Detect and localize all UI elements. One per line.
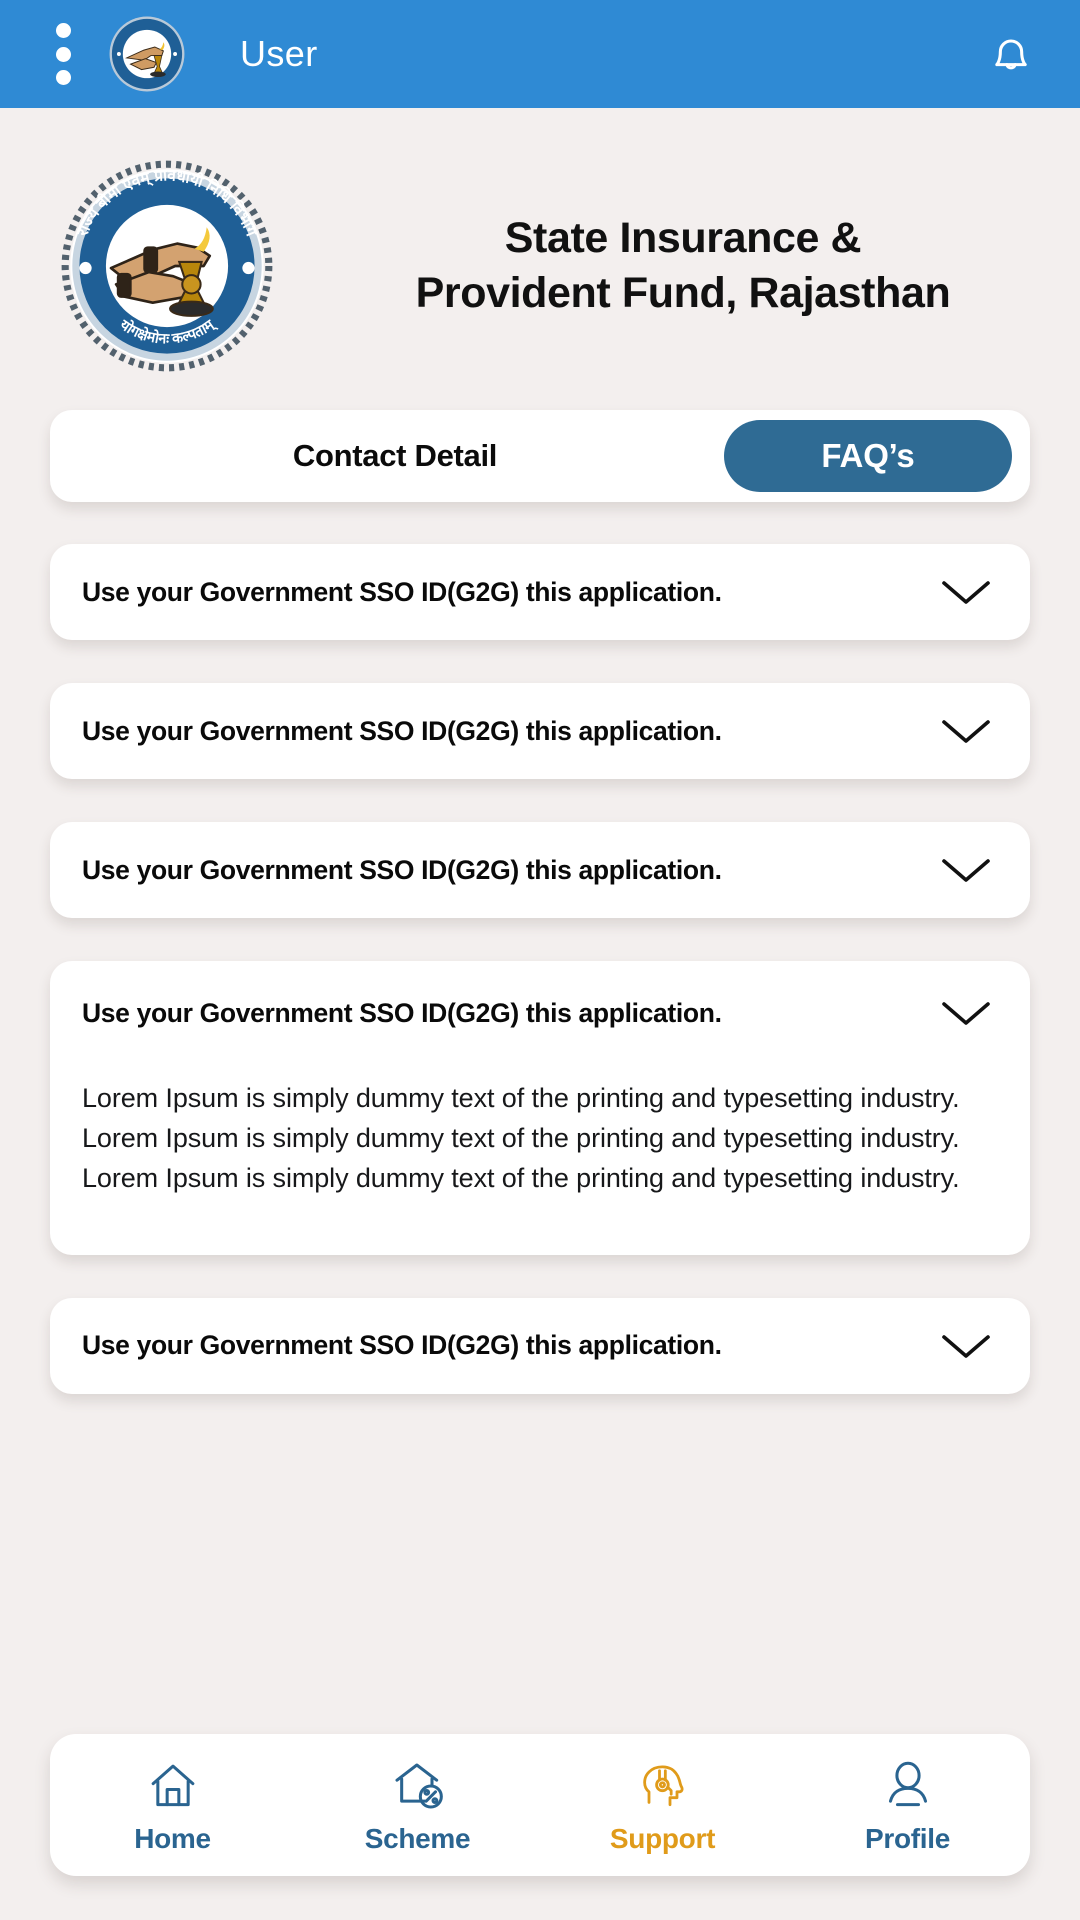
brand-block: राज्य बीमा एवम् प्रावधायी निधि विभाग योग… xyxy=(0,108,1080,388)
app-header: User xyxy=(0,0,1080,108)
main-content: Contact Detail FAQ’s Use your Government… xyxy=(0,410,1080,1394)
nav-item-support[interactable]: Support xyxy=(540,1734,785,1876)
nav-item-scheme[interactable]: Scheme xyxy=(295,1734,540,1876)
faq-header[interactable]: Use your Government SSO ID(G2G) this app… xyxy=(50,544,1030,640)
department-emblem-icon: राज्य बीमा एवम् प्रावधायी निधि विभाग योग… xyxy=(36,154,298,378)
faq-question: Use your Government SSO ID(G2G) this app… xyxy=(82,715,722,746)
kebab-dot xyxy=(55,70,71,85)
faq-item: Use your Government SSO ID(G2G) this app… xyxy=(50,1297,1030,1394)
faq-item: Use your Government SSO ID(G2G) this app… xyxy=(50,683,1030,779)
faq-item: Use your Government SSO ID(G2G) this app… xyxy=(50,544,1030,640)
brand-title-line2: Provident Fund, Rajasthan xyxy=(415,269,951,317)
nav-item-home[interactable]: Home xyxy=(50,1734,295,1876)
faq-header[interactable]: Use your Government SSO ID(G2G) this app… xyxy=(50,961,1030,1065)
nav-label: Scheme xyxy=(364,1823,471,1854)
chevron-down-icon[interactable] xyxy=(938,853,994,887)
faq-question: Use your Government SSO ID(G2G) this app… xyxy=(82,854,722,885)
person-icon xyxy=(877,1755,939,1817)
home-icon xyxy=(142,1755,204,1817)
header-title: User xyxy=(240,33,318,74)
chevron-down-icon[interactable] xyxy=(938,1329,994,1363)
nav-label: Profile xyxy=(864,1823,951,1854)
faq-answer: Lorem Ipsum is simply dummy text of the … xyxy=(82,1083,960,1193)
faq-item-expanded: Use your Government SSO ID(G2G) this app… xyxy=(50,961,1030,1255)
chevron-down-icon[interactable] xyxy=(938,714,994,748)
faq-item: Use your Government SSO ID(G2G) this app… xyxy=(50,822,1030,918)
chevron-down-icon[interactable] xyxy=(938,996,994,1030)
chevron-down-icon[interactable] xyxy=(938,575,994,609)
nav-item-profile[interactable]: Profile xyxy=(785,1734,1030,1876)
kebab-menu-icon[interactable] xyxy=(50,23,76,85)
faq-question: Use your Government SSO ID(G2G) this app… xyxy=(82,997,722,1028)
house-percent-icon xyxy=(387,1755,449,1817)
tab-faqs[interactable]: FAQ’s xyxy=(724,420,1012,492)
department-emblem-icon xyxy=(108,15,186,93)
faq-header[interactable]: Use your Government SSO ID(G2G) this app… xyxy=(50,822,1030,918)
tab-switcher: Contact Detail FAQ’s xyxy=(50,410,1030,502)
kebab-dot xyxy=(55,46,71,62)
faq-header[interactable]: Use your Government SSO ID(G2G) this app… xyxy=(50,683,1030,779)
bottom-navigation: Home Scheme Support Profile xyxy=(50,1734,1030,1876)
nav-label: Support xyxy=(609,1823,716,1854)
headset-support-icon xyxy=(632,1755,694,1817)
faq-question: Use your Government SSO ID(G2G) this app… xyxy=(82,576,722,607)
page-title: State Insurance & Provident Fund, Rajast… xyxy=(298,211,1062,321)
faq-list: Use your Government SSO ID(G2G) this app… xyxy=(50,544,1030,1394)
kebab-dot xyxy=(55,23,71,38)
faq-header[interactable]: Use your Government SSO ID(G2G) this app… xyxy=(50,1298,1030,1394)
tab-contact-detail[interactable]: Contact Detail xyxy=(50,438,724,474)
bell-icon[interactable] xyxy=(980,23,1042,85)
brand-title-line1: State Insurance & xyxy=(504,213,862,262)
nav-label: Home xyxy=(134,1823,211,1854)
faq-question: Use your Government SSO ID(G2G) this app… xyxy=(82,1330,722,1361)
